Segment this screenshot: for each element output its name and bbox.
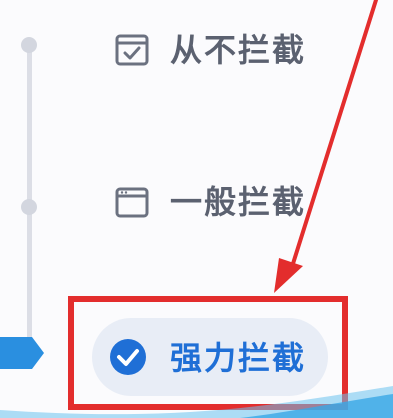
level-slider-stop-normal[interactable] bbox=[21, 199, 37, 215]
level-slider-handle[interactable] bbox=[0, 333, 44, 373]
option-never-block-label: 从不拦截 bbox=[170, 31, 307, 69]
decorative-wave bbox=[0, 386, 393, 418]
option-normal-block[interactable]: 一般拦截 bbox=[114, 182, 306, 222]
level-slider-track[interactable] bbox=[27, 44, 32, 344]
option-never-block[interactable]: 从不拦截 bbox=[114, 30, 306, 70]
window-icon bbox=[115, 187, 149, 218]
block-level-panel: 从不拦截 一般拦截 强力拦截 bbox=[0, 0, 393, 418]
checked-window-icon bbox=[115, 34, 149, 66]
level-slider-stop-never[interactable] bbox=[21, 37, 37, 53]
option-normal-block-label: 一般拦截 bbox=[170, 183, 307, 221]
